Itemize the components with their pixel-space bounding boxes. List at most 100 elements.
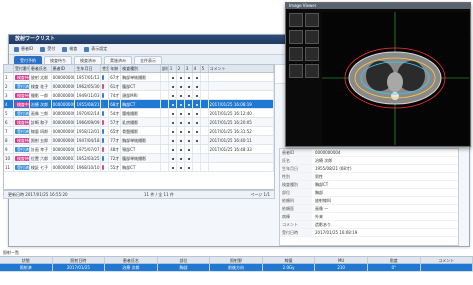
toolbar-button-0[interactable]: 患者ID — [14, 46, 33, 52]
row-number: 5 — [4, 109, 14, 117]
grid-column-header[interactable]: 4 — [193, 65, 201, 72]
sex-indicator — [102, 138, 105, 143]
thumbnail[interactable] — [305, 30, 319, 44]
check-cell — [193, 145, 201, 153]
irradiation-column-header[interactable]: MU — [315, 257, 368, 263]
detail-value: 男性 — [315, 174, 323, 179]
status-badge: 受付済 — [14, 129, 29, 134]
sex-indicator — [102, 93, 105, 98]
body-part — [161, 145, 169, 153]
tab-4[interactable]: 全件表示 — [134, 56, 162, 64]
check-dot — [195, 140, 198, 142]
irradiation-column-header[interactable]: 状態 — [0, 257, 53, 263]
patient-id: 0000000005 — [52, 109, 76, 117]
worklist-grid: 受付番号患者氏名患者ID生年月日性別年齢検査種別部位12345コメント 1検査待… — [3, 64, 275, 190]
irradiation-cell — [421, 264, 473, 271]
table-row[interactable]: 7受付済線量 四郎00000000071958/12/01 65才骨盤撮影 2017… — [4, 127, 274, 136]
thumbnail[interactable] — [305, 64, 319, 78]
thumbnail[interactable] — [289, 47, 303, 61]
grid-column-header[interactable]: 年齢 — [109, 65, 122, 72]
grid-column-header[interactable]: 生年月日 — [75, 65, 102, 72]
check-cell — [185, 118, 193, 126]
check-dot — [179, 158, 182, 160]
age: 65才 — [110, 127, 122, 135]
thumbnail[interactable] — [305, 13, 319, 27]
grid-column-header[interactable]: 1 — [169, 65, 177, 72]
grid-column-header[interactable]: 患者氏名 — [30, 65, 52, 72]
check-cell — [177, 82, 185, 90]
irradiation-column-header[interactable]: 照射野 — [210, 257, 263, 263]
detail-row: 病棟 外来 — [280, 213, 458, 221]
exam-type: 頭部MRI — [121, 91, 161, 99]
grid-column-header[interactable]: コメント — [209, 65, 274, 72]
grid-column-header[interactable]: 3 — [185, 65, 193, 72]
table-row[interactable]: 1検査待放射 太郎00000000011957/01/12 67才胸部単純撮影 — [4, 73, 274, 82]
table-row[interactable]: 9受付済計画 幸子00000000091975/07/07 48才頸部CT 2017… — [4, 145, 274, 154]
ct-image[interactable] — [322, 12, 469, 145]
grid-body: 1検査待放射 太郎00000000011957/01/1267才胸部単純撮影2受… — [4, 73, 274, 172]
comment — [209, 82, 274, 90]
detail-key: 部位 — [280, 189, 312, 196]
exam-type: 腹部CT — [121, 82, 161, 90]
irradiation-column-header[interactable]: 線量 — [263, 257, 316, 263]
table-row[interactable]: 5受付済画像 三郎00000000051970/02/14 54才腰椎撮影 2017… — [4, 109, 274, 118]
thumbnail[interactable] — [289, 64, 303, 78]
detail-row: 生年月日 1955/08/21 (68才) — [280, 165, 458, 173]
grid-column-header[interactable]: 2 — [177, 65, 185, 72]
irradiation-column-header[interactable]: 照射日時 — [53, 257, 106, 263]
detail-row: 受付日時 2017/01/25 16:08:19 — [280, 229, 458, 237]
table-row[interactable]: 4検査中治療 次郎00000000041955/08/21 68才胸部CT 2017… — [4, 100, 274, 109]
grid-column-header[interactable]: 5 — [201, 65, 209, 72]
body-part — [161, 163, 169, 171]
check-cell — [201, 91, 209, 99]
table-row[interactable]: 8検査待照射 五郎00000000081947/04/18 77才胸部単純撮影 20… — [4, 136, 274, 145]
patient-name: 計画 幸子 — [30, 145, 52, 153]
table-row[interactable]: 10検査待位置 六郎00000000101952/03/25 72才腹部単純撮影 — [4, 154, 274, 163]
grid-column-header[interactable]: 患者ID — [52, 65, 76, 72]
thumbnail[interactable] — [305, 47, 319, 61]
table-row[interactable]: 6検査待診断 和子00000000061966/09/09 57才乳房撮影 2017… — [4, 118, 274, 127]
birth-date: 1949/11/03 — [76, 91, 102, 99]
row-number: 1 — [4, 73, 14, 81]
table-row[interactable]: 11受付済検証 七子00000000111968/10/10 55才胸部CT — [4, 163, 274, 172]
toolbar-button-2[interactable]: 検査 — [62, 46, 77, 52]
toolbar-button-3[interactable]: 表示設定 — [84, 46, 107, 52]
comment: 2017/01/25 16:20:05 — [209, 118, 274, 126]
grid-column-header[interactable]: 部位 — [161, 65, 169, 72]
irradiation-column-header[interactable]: 患者氏名 — [105, 257, 158, 263]
irradiation-body: 照射済 2017/01/25 治療 次郎 胸部 前後方向 2.0Gy 210 0° — [0, 264, 473, 272]
table-row[interactable]: 2受付済検査 花子00000000021962/05/30 61才腹部CT — [4, 82, 274, 91]
status-cell: 検査待 — [14, 118, 30, 126]
birth-date: 1975/07/07 — [76, 145, 102, 153]
page-indicator[interactable]: ページ 1/1 — [250, 192, 270, 198]
irradiation-column-header[interactable]: 部位 — [158, 257, 211, 263]
thumbnail[interactable] — [289, 13, 303, 27]
grid-column-header[interactable]: 検査種別 — [121, 65, 161, 72]
check-cell — [193, 136, 201, 144]
check-cell — [201, 136, 209, 144]
grid-column-header[interactable] — [4, 65, 14, 72]
status-cell: 受付済 — [14, 82, 30, 90]
tab-0[interactable]: 受付予約 — [14, 56, 42, 64]
age: 74才 — [110, 91, 122, 99]
row-number: 9 — [4, 145, 14, 153]
tab-3[interactable]: 実施済み — [104, 56, 132, 64]
check-cell — [201, 154, 209, 162]
irradiation-row[interactable]: 照射済 2017/01/25 治療 次郎 胸部 前後方向 2.0Gy 210 0° — [0, 264, 473, 272]
toolbar-button-1[interactable]: 受付 — [40, 46, 55, 52]
row-number: 11 — [4, 163, 14, 171]
thumbnail[interactable] — [289, 30, 303, 44]
comment — [209, 154, 274, 162]
patient-id: 0000000001 — [52, 73, 76, 81]
grid-column-header[interactable]: 受付番号 — [14, 65, 30, 72]
irradiation-column-header[interactable]: コメント — [421, 257, 473, 263]
tab-1[interactable]: 検査待ち — [44, 56, 72, 64]
check-cell — [185, 145, 193, 153]
detail-row: 部位 胸部 — [280, 189, 458, 197]
grid-column-header[interactable]: 性別 — [101, 65, 110, 72]
tab-2[interactable]: 検査済み — [74, 56, 102, 64]
table-row[interactable]: 3検査待撮影 一郎00000000031949/11/03 74才頭部MRI — [4, 91, 274, 100]
check-cell — [185, 163, 193, 171]
check-dot — [171, 122, 174, 124]
irradiation-column-header[interactable]: 角度 — [368, 257, 421, 263]
